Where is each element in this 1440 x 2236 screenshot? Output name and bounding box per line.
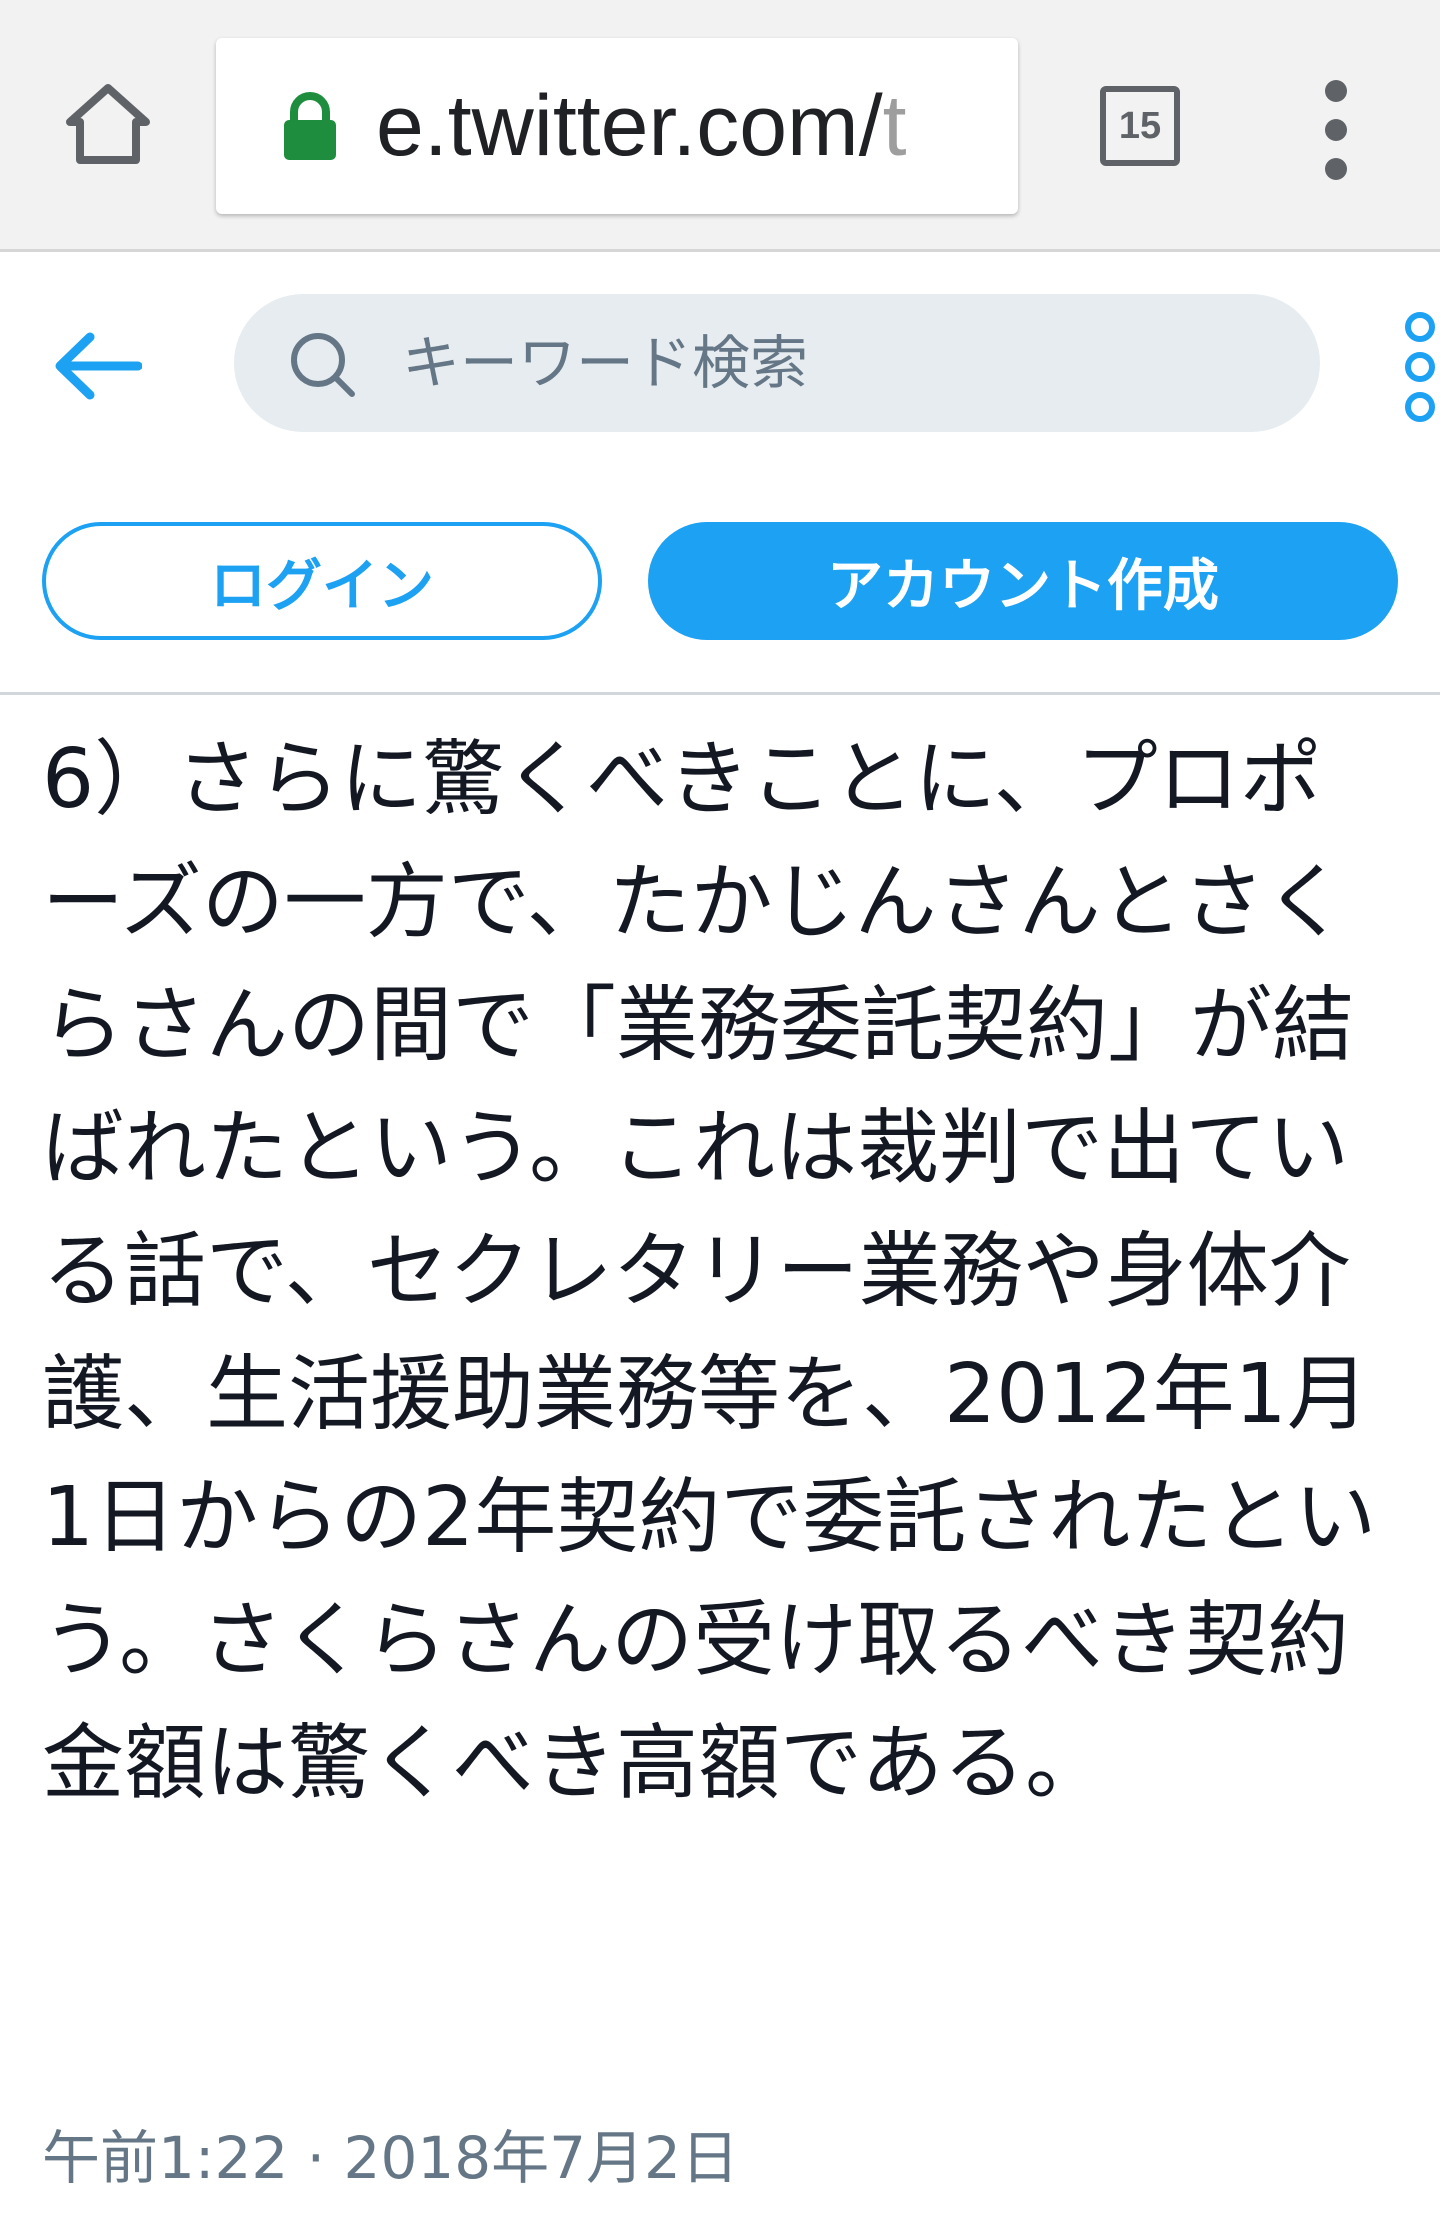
url-main: e.twitter.com/ — [376, 78, 883, 174]
more-vert-icon-dot — [1325, 119, 1347, 141]
tweet-timestamp[interactable]: 午前1:22 · 2018年7月2日 — [42, 2118, 739, 2198]
home-icon — [66, 84, 150, 164]
more-vert-icon-dot — [1325, 158, 1347, 180]
home-button[interactable] — [58, 74, 158, 174]
search-input[interactable] — [402, 294, 1262, 432]
lock-icon — [284, 92, 336, 160]
back-button[interactable] — [50, 318, 146, 414]
arrow-left-icon — [55, 332, 142, 400]
more-vert-icon — [1325, 80, 1347, 102]
more-vert-icon — [1405, 312, 1435, 342]
more-vert-icon-dot — [1405, 352, 1435, 382]
more-vert-icon-dot — [1405, 392, 1435, 422]
tweet-text: 6）さらに驚くべきことに、プロポーズの一方で、たかじんさんとさくらさんの間で「業… — [42, 732, 1377, 1811]
url-text: e.twitter.com/t — [376, 76, 907, 176]
search-bar[interactable] — [234, 294, 1320, 432]
url-tail: t — [882, 78, 907, 174]
tab-switcher-button[interactable]: 15 — [1100, 86, 1180, 166]
tab-count: 15 — [1118, 104, 1162, 147]
search-icon — [291, 333, 355, 397]
login-label: ログイン — [210, 553, 434, 619]
login-button[interactable]: ログイン — [42, 522, 602, 640]
header-divider — [0, 692, 1440, 695]
browser-toolbar: e.twitter.com/t 15 — [0, 0, 1440, 252]
browser-menu-button[interactable] — [1300, 80, 1372, 180]
more-options-button[interactable] — [1400, 312, 1440, 422]
signup-label: アカウント作成 — [827, 553, 1219, 619]
signup-button[interactable]: アカウント作成 — [648, 522, 1398, 640]
address-bar[interactable]: e.twitter.com/t — [216, 38, 1018, 214]
